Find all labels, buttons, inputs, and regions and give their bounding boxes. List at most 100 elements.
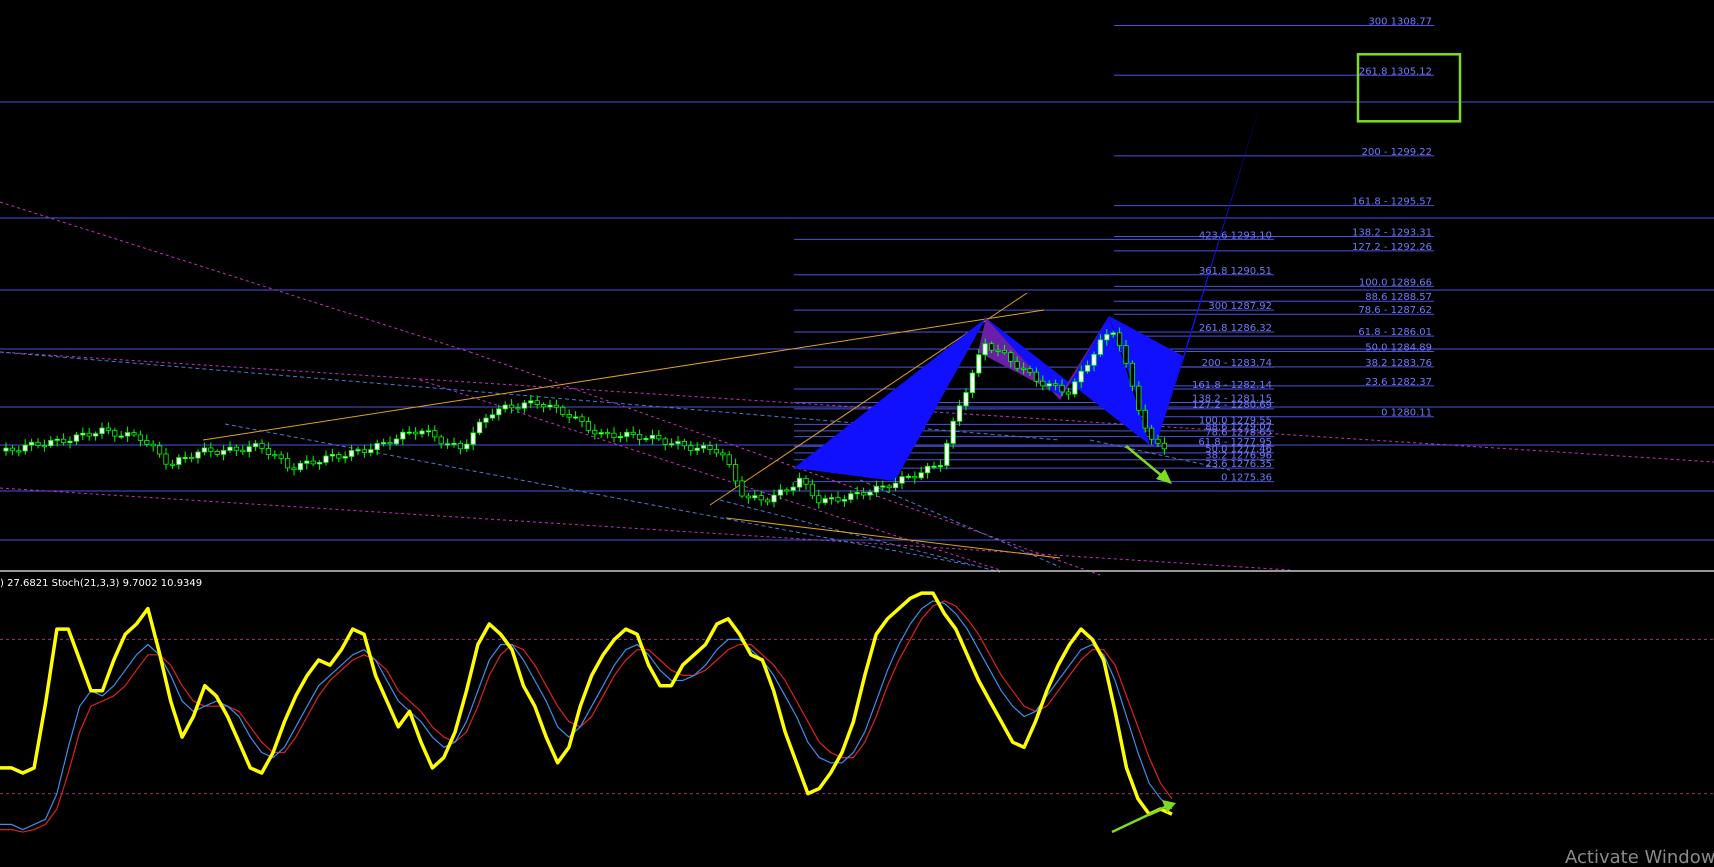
fib-level-label: 261.8 1305.12 — [1359, 66, 1432, 77]
candle-body — [182, 457, 188, 460]
candle-body — [73, 434, 79, 442]
candle-body — [419, 430, 425, 435]
candle-body — [86, 432, 92, 437]
fib-level-label: 0 1275.36 — [1221, 473, 1272, 484]
candle-body — [99, 427, 105, 434]
candle-body — [125, 432, 131, 437]
candle-body — [1046, 383, 1052, 387]
candle-body — [54, 438, 60, 441]
candle-body — [252, 443, 259, 448]
candle-body — [681, 441, 688, 447]
candle-body — [483, 417, 489, 423]
candle-body — [348, 450, 355, 457]
candle-body — [291, 467, 297, 471]
candle-body — [3, 447, 9, 452]
candle-body — [496, 408, 502, 416]
candle-body — [1136, 385, 1142, 411]
candle-body — [438, 436, 444, 445]
candle-body — [579, 416, 585, 422]
candle-body — [1001, 349, 1008, 354]
candle-body — [937, 465, 944, 468]
candle-body — [637, 433, 643, 440]
candle-body — [829, 497, 835, 500]
candle-body — [905, 475, 912, 478]
candle-body — [925, 465, 931, 474]
candle-body — [220, 450, 227, 455]
candle-body — [1085, 364, 1091, 372]
candle-body — [605, 432, 611, 435]
candle-body — [35, 441, 41, 446]
candle-body — [310, 460, 316, 465]
candle-body — [534, 400, 540, 405]
candle-body — [361, 449, 368, 453]
candle-body — [547, 404, 553, 408]
candle-body — [816, 495, 822, 504]
fib-level-label: 88.6 1288.57 — [1365, 292, 1432, 303]
fib-level-label: 138.2 - 1293.31 — [1352, 228, 1432, 239]
fib-level-label: 200 - 1283.74 — [1202, 358, 1272, 369]
candle-body — [1117, 332, 1123, 347]
candle-body — [48, 440, 54, 447]
candle-body — [1161, 442, 1167, 450]
candle-body — [630, 431, 636, 435]
candle-body — [995, 349, 1001, 352]
candle-body — [444, 443, 451, 446]
candle-body — [720, 452, 726, 456]
candle-body — [1155, 438, 1161, 444]
candle-body — [841, 499, 848, 502]
candle-body — [137, 434, 143, 441]
candle-body — [1123, 345, 1129, 364]
candle-body — [585, 421, 592, 431]
candle-body — [240, 449, 246, 453]
candle-body — [508, 404, 515, 409]
fib-level-label: 38.2 1283.76 — [1365, 358, 1432, 369]
fib-level-label: 23.6 1276.35 — [1205, 459, 1272, 470]
candle-body — [521, 402, 528, 409]
candle-body — [822, 498, 828, 504]
candle-body — [771, 494, 777, 503]
candle-body — [573, 416, 579, 419]
candle-body — [976, 354, 982, 374]
candle-body — [1091, 354, 1097, 366]
candle-body — [105, 427, 111, 431]
candle-body — [617, 436, 624, 439]
stochastic-legend: ) 27.6821 Stoch(21,3,3) 9.7002 10.9349 — [0, 578, 202, 589]
fib-level-label: 300 1308.77 — [1368, 16, 1432, 27]
candle-body — [553, 404, 560, 408]
candle-body — [323, 455, 329, 463]
candle-body — [41, 445, 48, 448]
candle-body — [1097, 339, 1103, 355]
candle-body — [528, 400, 534, 404]
candle-body — [643, 438, 649, 441]
trading-chart: 300 1308.77 261.8 1305.12 200 - 1299.22 161… — [0, 0, 1714, 867]
candle-body — [867, 491, 873, 496]
candle-body — [1033, 371, 1039, 382]
candle-body — [893, 482, 899, 489]
candle-body — [329, 454, 336, 457]
candle-body — [656, 435, 662, 440]
candle-body — [1008, 352, 1014, 362]
candle-body — [957, 405, 963, 422]
candle-body — [246, 446, 252, 453]
candle-body — [1021, 367, 1027, 370]
candle-body — [470, 432, 476, 445]
candle-body — [432, 430, 438, 438]
candle-body — [502, 404, 508, 410]
candle-body — [835, 497, 841, 502]
candle-body — [284, 457, 291, 469]
candle-body — [1104, 334, 1110, 341]
candle-body — [873, 485, 880, 493]
candle-body — [342, 456, 348, 459]
candle-body — [67, 440, 73, 444]
candle-body — [150, 443, 156, 447]
activate-windows-watermark: Activate Window — [1565, 847, 1714, 867]
candle-body — [662, 438, 668, 445]
candle-body — [208, 447, 214, 452]
candle-body — [733, 464, 739, 482]
candle-body — [611, 432, 617, 439]
candle-body — [803, 477, 809, 485]
candle-body — [758, 495, 764, 501]
candle-body — [9, 447, 15, 452]
candle-body — [265, 448, 272, 455]
candle-body — [304, 460, 310, 464]
